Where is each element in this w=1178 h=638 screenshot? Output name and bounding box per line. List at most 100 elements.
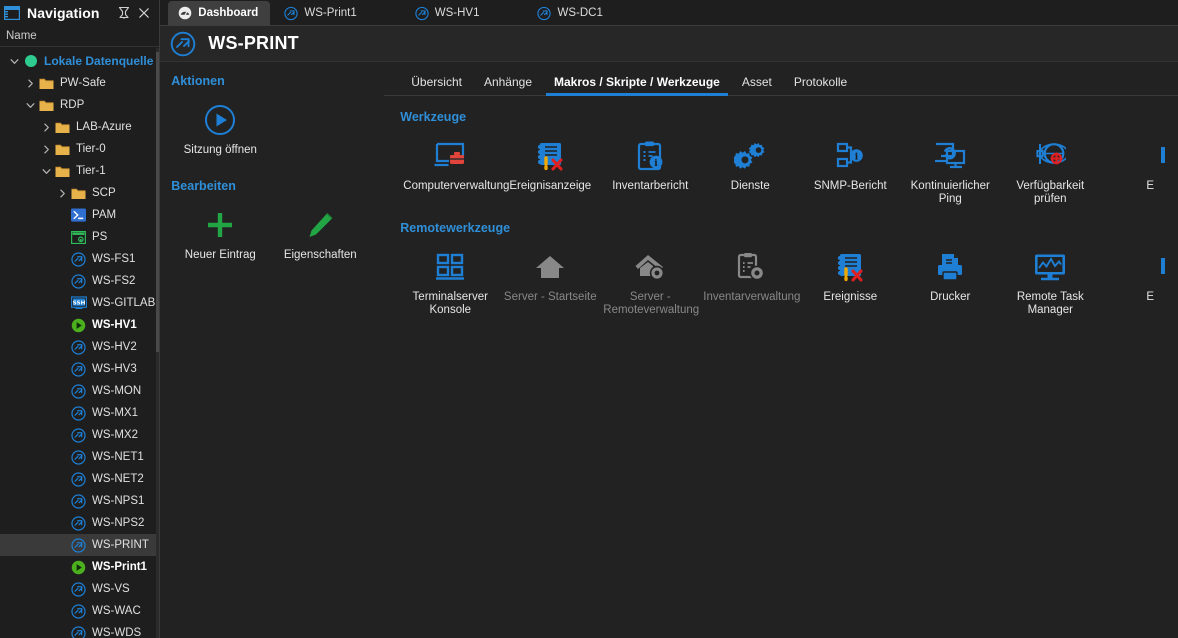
tab-ws-dc1[interactable]: WS-DC1 xyxy=(527,1,614,25)
tree-item-pw-safe[interactable]: PW-Safe xyxy=(0,72,159,94)
tool-e[interactable]: E xyxy=(1100,237,1178,322)
tree-item-ws-print[interactable]: WS-PRINT xyxy=(0,534,160,557)
tool-drucker[interactable]: Drucker xyxy=(900,237,1000,322)
inventory-manage-icon xyxy=(703,247,797,287)
tool-computerverwaltung[interactable]: Computerverwaltung xyxy=(400,126,509,211)
subtab-anh-nge[interactable]: Anhänge xyxy=(473,76,543,95)
tree-item-tier-1[interactable]: Tier-1 xyxy=(0,160,159,182)
navigation-scrollbar[interactable] xyxy=(156,48,160,638)
chevron-right-icon[interactable] xyxy=(22,79,38,88)
tree-item-ws-print1[interactable]: WS-Print1 xyxy=(0,556,159,578)
svg-text:SSH: SSH xyxy=(72,301,85,307)
tree-item-label: PW-Safe xyxy=(60,77,106,90)
chevron-right-icon[interactable] xyxy=(54,189,70,198)
tree-item-ws-vs[interactable]: WS-VS xyxy=(0,578,159,600)
rdp-icon xyxy=(70,625,87,638)
tree-item-ws-fs1[interactable]: WS-FS1 xyxy=(0,248,159,270)
subtab--bersicht[interactable]: Übersicht xyxy=(400,76,473,95)
snmp-report-icon: i xyxy=(803,136,897,176)
rdp-icon xyxy=(70,251,87,267)
tree-item-ws-net1[interactable]: WS-NET1 xyxy=(0,446,159,468)
tool-kontinuierlicher-ping[interactable]: Kontinuierlicher Ping xyxy=(900,126,1000,211)
properties-button[interactable]: Eigenschaften xyxy=(270,195,370,266)
play-circle-icon xyxy=(174,102,266,138)
new-entry-button[interactable]: Neuer Eintrag xyxy=(170,195,270,266)
main-area: Dashboard WS-Print1 WS-HV1 WS-DC1 WS-PRINT … xyxy=(160,0,1178,638)
tool-dienste[interactable]: Dienste xyxy=(700,126,800,211)
tree-item-ws-nps2[interactable]: WS-NPS2 xyxy=(0,512,159,534)
tree-item-ps[interactable]: PS xyxy=(0,226,159,248)
tree-item-ws-nps1[interactable]: WS-NPS1 xyxy=(0,490,159,512)
tool-inventarbericht[interactable]: i Inventarbericht xyxy=(600,126,700,211)
properties-label: Eigenschaften xyxy=(283,249,357,262)
tree-item-pam[interactable]: PAM xyxy=(0,204,159,226)
chevron-right-icon[interactable] xyxy=(38,145,54,154)
close-icon[interactable] xyxy=(135,4,153,22)
tools-column: Übersicht Anhänge Makros / Skripte / Werkz… xyxy=(384,62,1178,638)
tree-item-lab-azure[interactable]: LAB-Azure xyxy=(0,116,159,138)
column-header-name: Name xyxy=(6,30,37,43)
tool-remote-task-manager[interactable]: Remote Task Manager xyxy=(1000,237,1100,322)
tool-label: Remote Task Manager xyxy=(1016,290,1084,316)
tree-item-ws-gitlab[interactable]: SSH WS-GITLAB xyxy=(0,292,159,314)
tree-item-ws-mon[interactable]: WS-MON xyxy=(0,380,159,402)
tree-item-label: WS-FS1 xyxy=(92,253,136,266)
tree-item-tier-0[interactable]: Tier-0 xyxy=(0,138,159,160)
chevron-right-icon[interactable] xyxy=(38,123,54,132)
tool-server-remoteverwaltung: Server - Remoteverwaltung xyxy=(600,237,700,322)
tool-ereignisanzeige[interactable]: Ereignisanzeige xyxy=(500,126,600,211)
navigation-tree[interactable]: Lokale Datenquelle PW-Safe RDP LAB-Azure Tie… xyxy=(0,47,160,638)
tree-item-scp[interactable]: SCP xyxy=(0,182,159,204)
folder-icon xyxy=(38,97,55,113)
chevron-down-icon[interactable] xyxy=(22,101,38,110)
tool-terminalserver-konsole[interactable]: Terminalserver Konsole xyxy=(400,237,500,322)
tool-ereignisse[interactable]: Ereignisse xyxy=(800,237,900,322)
navigation-title: Navigation xyxy=(27,4,100,21)
rdp-icon xyxy=(170,31,196,57)
window-layout-icon xyxy=(3,5,21,21)
cut-off-icon xyxy=(1103,247,1178,287)
tree-item-ws-hv3[interactable]: WS-HV3 xyxy=(0,358,159,380)
tree-item-rdp[interactable]: RDP xyxy=(0,94,159,116)
sub-tab-bar[interactable]: Übersicht Anhänge Makros / Skripte / Werkz… xyxy=(384,62,1178,96)
tree-item-lokale-datenquelle[interactable]: Lokale Datenquelle xyxy=(0,50,159,72)
tool-verfügbarkeit-prüfen[interactable]: Verfügbarkeit prüfen xyxy=(1000,126,1100,211)
tool-e[interactable]: E xyxy=(1100,126,1178,211)
subtab-asset[interactable]: Asset xyxy=(731,76,783,95)
rdp-icon xyxy=(70,427,87,443)
tab-label: WS-HV1 xyxy=(434,7,480,19)
folder-icon xyxy=(54,163,71,179)
tab-dashboard[interactable]: Dashboard xyxy=(168,1,271,25)
tree-item-ws-hv2[interactable]: WS-HV2 xyxy=(0,336,159,358)
tab-ws-hv1[interactable]: WS-HV1 xyxy=(405,1,492,25)
subtab-makros-skripte-werkzeuge[interactable]: Makros / Skripte / Werkzeuge xyxy=(543,76,731,96)
chevron-down-icon[interactable] xyxy=(38,167,54,176)
tool-label: Server - Startseite xyxy=(503,290,597,303)
tree-item-ws-mx2[interactable]: WS-MX2 xyxy=(0,424,159,446)
tree-item-ws-wac[interactable]: WS-WAC xyxy=(0,600,159,622)
tree-item-ws-net2[interactable]: WS-NET2 xyxy=(0,468,159,490)
tree-item-label: WS-WDS xyxy=(92,627,142,638)
tree-item-label: WS-VS xyxy=(92,583,130,596)
remotewerkzeuge-grid: Terminalserver Konsole Server - Startseit… xyxy=(400,237,1178,322)
rdp-icon xyxy=(70,581,87,597)
tool-server-startseite: Server - Startseite xyxy=(500,237,600,322)
tool-label: SNMP-Bericht xyxy=(813,180,887,192)
open-session-button[interactable]: Sitzung öffnen xyxy=(170,90,270,161)
tree-item-ws-fs2[interactable]: WS-FS2 xyxy=(0,270,159,292)
tab-label: Dashboard xyxy=(198,7,259,19)
open-session-label: Sitzung öffnen xyxy=(183,144,257,156)
tree-item-ws-wds[interactable]: WS-WDS xyxy=(0,622,159,638)
tool-label: Ereignisanzeige xyxy=(509,180,592,192)
rdp-icon xyxy=(70,493,87,509)
tab-ws-print1[interactable]: WS-Print1 xyxy=(274,1,368,25)
tree-item-ws-mx1[interactable]: WS-MX1 xyxy=(0,402,159,424)
tool-snmp-bericht[interactable]: i SNMP-Bericht xyxy=(800,126,900,211)
chevron-down-icon[interactable] xyxy=(6,57,22,66)
tab-strip[interactable]: Dashboard WS-Print1 WS-HV1 WS-DC1 xyxy=(160,0,1178,26)
tree-item-ws-hv1[interactable]: WS-HV1 xyxy=(0,314,159,336)
pin-icon[interactable] xyxy=(115,4,133,22)
green-circle-icon xyxy=(22,53,39,69)
tool-inventarverwaltung: Inventarverwaltung xyxy=(700,237,800,322)
subtab-protokolle[interactable]: Protokolle xyxy=(783,76,858,95)
